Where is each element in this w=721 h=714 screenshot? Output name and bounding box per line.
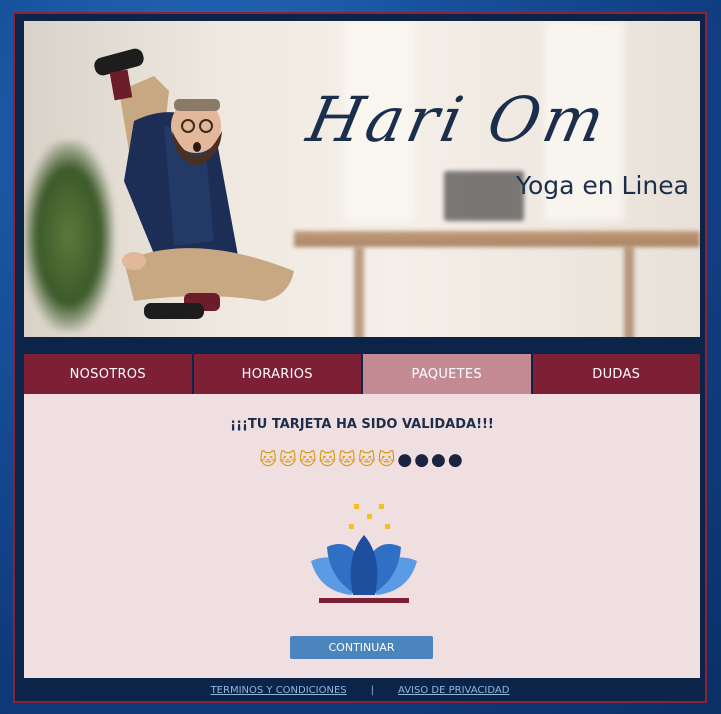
footer-separator: | bbox=[370, 684, 375, 696]
hero-banner: Hari Om Yoga en Linea bbox=[24, 21, 700, 337]
continue-button[interactable]: CONTINUAR bbox=[290, 636, 433, 659]
page-frame: Hari Om Yoga en Linea NOSOTROS HORARIOS … bbox=[13, 12, 707, 703]
lotus-icon bbox=[311, 504, 417, 603]
cat-emojis: 🐱🐱🐱🐱🐱🐱🐱 bbox=[259, 450, 398, 470]
validation-message: ¡¡¡TU TARJETA HA SIDO VALIDADA!!! bbox=[230, 417, 494, 432]
table-leg bbox=[624, 247, 634, 337]
content-panel: ¡¡¡TU TARJETA HA SIDO VALIDADA!!! 🐱🐱🐱🐱🐱🐱… bbox=[24, 394, 700, 678]
table-leg bbox=[354, 247, 364, 337]
dark-emojis: ●●●● bbox=[397, 450, 465, 470]
logo-title: Hari Om bbox=[301, 83, 615, 156]
background-laptop bbox=[444, 171, 524, 221]
tab-dudas[interactable]: DUDAS bbox=[532, 354, 700, 394]
background-table bbox=[294, 231, 700, 247]
yoga-man-image bbox=[94, 48, 294, 319]
terms-link[interactable]: TERMINOS Y CONDICIONES bbox=[211, 685, 347, 696]
main-nav: NOSOTROS HORARIOS PAQUETES DUDAS bbox=[24, 354, 700, 394]
privacy-link[interactable]: AVISO DE PRIVACIDAD bbox=[398, 685, 509, 696]
tab-horarios[interactable]: HORARIOS bbox=[193, 354, 361, 394]
footer: TERMINOS Y CONDICIONES | AVISO DE PRIVAC… bbox=[15, 679, 705, 701]
tab-nosotros[interactable]: NOSOTROS bbox=[24, 354, 192, 394]
tab-paquetes[interactable]: PAQUETES bbox=[363, 354, 531, 394]
emoji-row: 🐱🐱🐱🐱🐱🐱🐱●●●● bbox=[24, 450, 700, 470]
logo-subtitle: Yoga en Linea bbox=[516, 171, 689, 200]
